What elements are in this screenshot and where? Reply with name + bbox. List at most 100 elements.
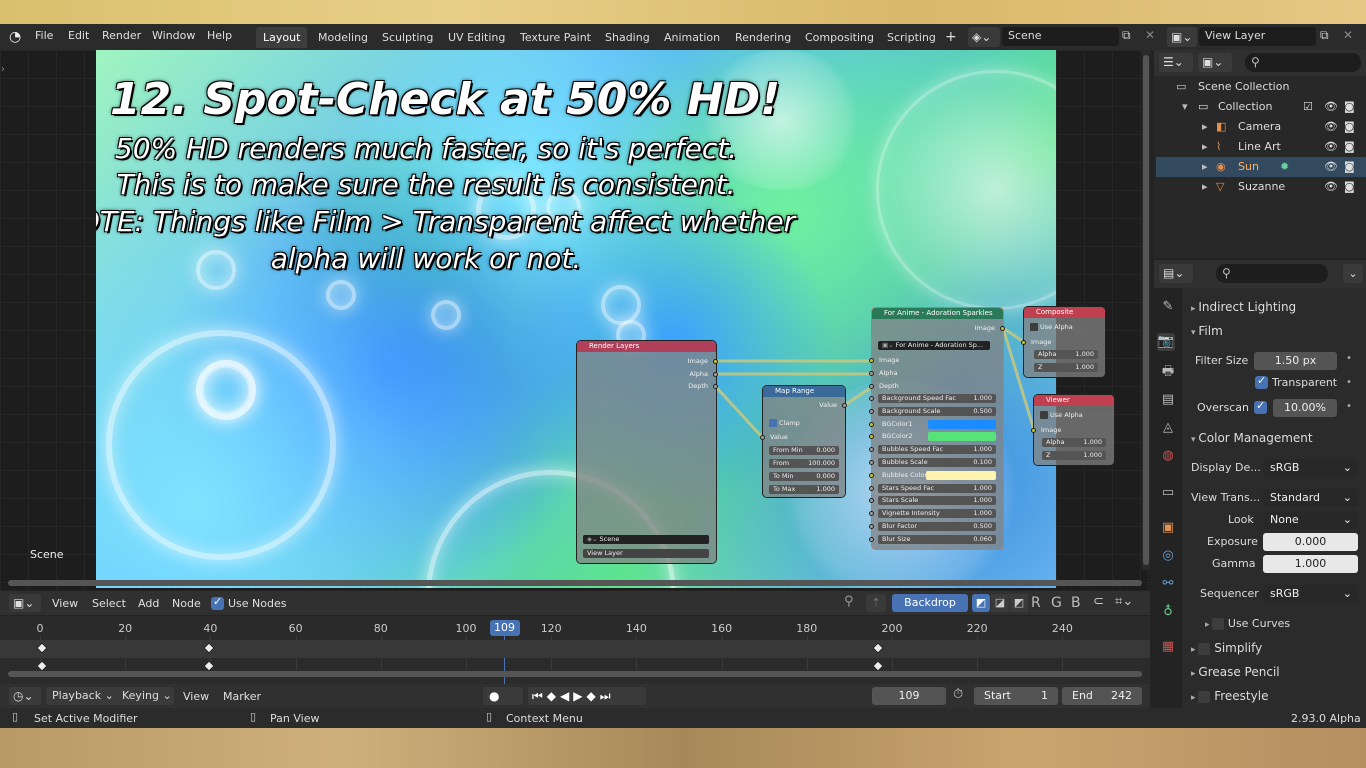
keying-menu[interactable]: Keying ⌄	[116, 687, 174, 705]
channel-b[interactable]: B	[1071, 595, 1081, 611]
rl-scene-field[interactable]: ◈⌄ Scene	[583, 535, 709, 544]
timeline-editor-type-icon[interactable]: ◷⌄	[9, 687, 41, 705]
composite-z[interactable]: Z 1.000	[1034, 363, 1098, 372]
composite-header[interactable]: Composite	[1024, 307, 1105, 318]
viewer-node[interactable]: Viewer Use Alpha Image Alpha 1.000 Z 1.000	[1031, 395, 1114, 465]
viewer-use-alpha[interactable]: Use Alpha	[1034, 410, 1114, 420]
indirect-lighting-panel[interactable]: ▸ Indirect Lighting	[1191, 300, 1296, 314]
group-depth-in-socket[interactable]	[869, 384, 874, 389]
color-swatch[interactable]	[928, 432, 996, 442]
scene-collection-row[interactable]: ▭ Scene Collection	[1156, 77, 1366, 97]
exposure-field[interactable]: 0.000	[1263, 533, 1358, 551]
composite-alpha[interactable]: Alpha 1.000	[1034, 350, 1098, 359]
grease-pencil-panel[interactable]: ▸ Grease Pencil	[1191, 665, 1280, 679]
filter-size-field[interactable]: 1.50 px	[1254, 352, 1337, 370]
rl-image-socket[interactable]	[713, 359, 718, 364]
group-input-row[interactable]: Stars Scale 1.000	[878, 496, 996, 506]
backdrop-toggle[interactable]: Backdrop	[892, 594, 968, 612]
timeline-menu-marker[interactable]: Marker	[223, 690, 261, 706]
outliner-item-camera[interactable]: ▸ ◧ Camera 👁 ◙	[1156, 117, 1366, 137]
rl-alpha-socket[interactable]	[713, 372, 718, 377]
color-swatch[interactable]	[928, 419, 996, 429]
channel-g[interactable]: G	[1051, 595, 1062, 611]
group-input-row[interactable]: BGColor1	[878, 419, 996, 429]
group-input-row[interactable]: Background Scale 0.500	[878, 406, 996, 416]
overscan-checkbox[interactable]	[1254, 399, 1267, 414]
node-menu-select[interactable]: Select	[92, 597, 126, 613]
gamma-field[interactable]: 1.000	[1263, 555, 1358, 573]
group-input-socket[interactable]	[869, 421, 874, 427]
group-alpha-in-socket[interactable]	[869, 371, 874, 376]
mr-from-max[interactable]: From 100.000	[769, 459, 839, 468]
view-transform-dropdown[interactable]: Standard ⌄	[1263, 489, 1358, 507]
playback-controls[interactable]: ⏮◆◀▶◆⏭	[528, 687, 646, 705]
pin-icon[interactable]: ⚲	[844, 594, 854, 609]
composite-use-alpha[interactable]: Use Alpha	[1024, 322, 1105, 332]
group-input-socket[interactable]	[869, 485, 874, 491]
group-input-row[interactable]: Vignette Intensity 1.000	[878, 509, 996, 519]
outliner-item-line-art[interactable]: ▸ ⌇ Line Art 👁 ◙	[1156, 137, 1366, 157]
node-menu-view[interactable]: View	[52, 597, 78, 613]
snapping-grid-icon[interactable]: ⌗⌄	[1115, 594, 1133, 609]
playback-menu[interactable]: Playback ⌄	[46, 687, 120, 705]
mr-value-in-socket[interactable]	[760, 435, 765, 440]
output-tab-icon[interactable]: 🖶	[1159, 363, 1177, 381]
viewer-header[interactable]: Viewer	[1034, 395, 1114, 406]
group-input-row[interactable]: Bubbles Color	[878, 470, 996, 480]
transparent-checkbox[interactable]	[1255, 374, 1268, 389]
mr-from-min[interactable]: From Min 0.000	[769, 446, 839, 455]
freestyle-panel[interactable]: ▸ Freestyle	[1191, 689, 1268, 703]
group-input-socket[interactable]	[869, 511, 874, 517]
animate-property-icon[interactable]: •	[1346, 353, 1352, 364]
group-input-row[interactable]: Blur Factor 0.500	[878, 522, 996, 531]
properties-editor-type-icon[interactable]: ▤⌄	[1159, 264, 1193, 283]
viewer-image-socket[interactable]	[1031, 428, 1036, 433]
look-dropdown[interactable]: None ⌄	[1263, 511, 1358, 529]
composite-image-socket[interactable]	[1021, 340, 1026, 345]
mr-to-max[interactable]: To Max 1.000	[769, 485, 839, 494]
group-input-row[interactable]: Background Speed Fac 1.000	[878, 394, 996, 403]
texture-tab-icon[interactable]: ▦	[1159, 638, 1177, 656]
outliner-search-icon[interactable]: ⚲	[1245, 53, 1361, 72]
node-menu-node[interactable]: Node	[172, 597, 201, 613]
end-frame-field[interactable]: End 242	[1062, 687, 1142, 705]
mr-to-min[interactable]: To Min 0.000	[769, 472, 839, 481]
physics-tab-icon[interactable]: ◎	[1159, 547, 1177, 565]
parent-node-tree-icon[interactable]: ⇡	[866, 594, 886, 612]
group-input-row[interactable]: Bubbles Speed Fac 1.000	[878, 445, 996, 455]
adoration-sparkles-group-node[interactable]: For Anime - Adoration Sparkles Image ▣⌄ …	[869, 308, 1005, 549]
simplify-panel[interactable]: ▸ Simplify	[1191, 641, 1262, 655]
mr-value-out-socket[interactable]	[842, 403, 847, 408]
channel-r[interactable]: R	[1031, 595, 1041, 611]
outliner-editor-type-icon[interactable]: ☰⌄	[1159, 53, 1193, 72]
backdrop-color-alpha-icon[interactable]: ◪	[991, 594, 1009, 612]
map-range-node[interactable]: Map Range Value Clamp Value From Min 0.00…	[760, 386, 847, 497]
group-node-header[interactable]: For Anime - Adoration Sparkles	[872, 308, 1003, 319]
node-menu-add[interactable]: Add	[138, 597, 159, 613]
group-input-socket[interactable]	[869, 498, 874, 504]
collection-row[interactable]: ▾ ▭ Collection ☑ 👁 ◙	[1156, 97, 1366, 117]
overscan-field[interactable]: 10.00%	[1273, 399, 1337, 417]
stopwatch-icon[interactable]: ⏱	[953, 687, 963, 702]
animate-property-icon[interactable]: •	[1346, 401, 1352, 412]
render-layers-node[interactable]: Render Layers Image Alpha Depth ◈⌄ Scene…	[577, 341, 718, 563]
properties-search-icon[interactable]: ⚲	[1216, 264, 1328, 283]
group-input-socket[interactable]	[869, 536, 874, 542]
snap-icon[interactable]: ⊂	[1093, 594, 1104, 609]
viewer-alpha[interactable]: Alpha 1.000	[1042, 438, 1106, 447]
group-input-row[interactable]: Bubbles Scale 0.100	[878, 458, 996, 467]
render-tab-icon[interactable]: 📷	[1157, 333, 1175, 351]
use-nodes-checkbox[interactable]	[211, 595, 224, 610]
display-device-dropdown[interactable]: sRGB ⌄	[1263, 459, 1358, 477]
object-tab-icon[interactable]: ▣	[1159, 519, 1177, 537]
properties-options-icon[interactable]: ⌄	[1343, 264, 1363, 283]
group-input-row[interactable]: BGColor2	[878, 432, 996, 442]
rl-depth-socket[interactable]	[713, 384, 718, 389]
group-input-row[interactable]: Stars Speed Fac 1.000	[878, 483, 996, 493]
start-frame-field[interactable]: Start 1	[974, 687, 1058, 705]
display-mode-icon[interactable]: ▣⌄	[1198, 53, 1232, 72]
group-image-out-socket[interactable]	[1000, 326, 1005, 331]
object-data-tab-icon[interactable]: ♁	[1159, 603, 1177, 621]
group-input-socket[interactable]	[869, 460, 874, 465]
mr-clamp[interactable]: Clamp	[763, 418, 845, 428]
